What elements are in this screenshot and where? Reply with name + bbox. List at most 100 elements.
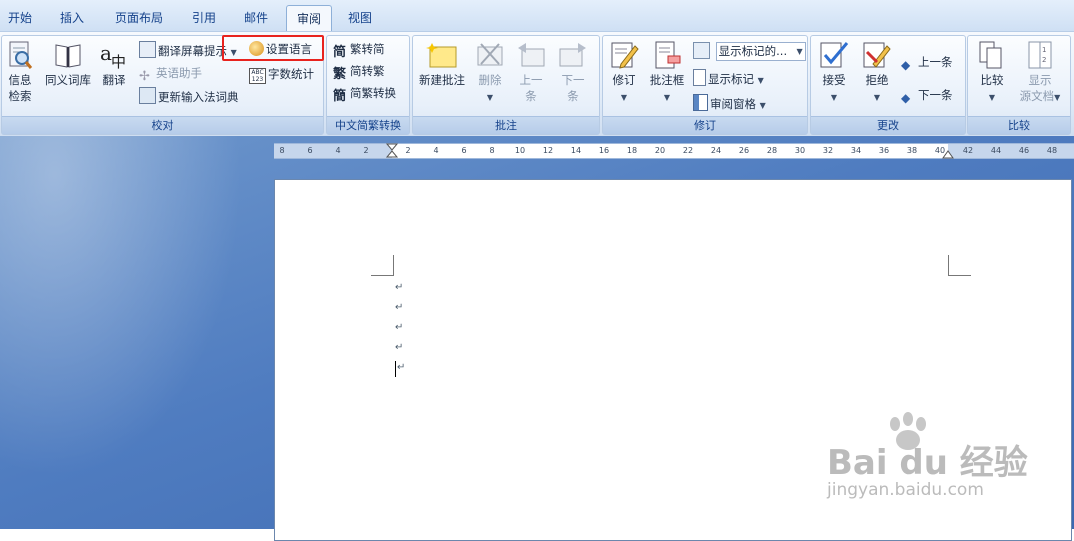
chevron-down-icon: ▼ (757, 76, 764, 85)
simplified-to-traditional-icon: 繁 (333, 67, 347, 82)
to-traditional-label: 简转繁 (350, 64, 385, 78)
source-documents-icon: 12 (1028, 41, 1052, 69)
show-source-documents-button[interactable]: 12 显示 源文档▼ (1016, 40, 1064, 106)
conversion-label: 简繁转换 (350, 86, 396, 100)
new-comment-button[interactable]: 新建批注 (415, 40, 469, 88)
chevron-down-icon: ▼ (620, 93, 628, 102)
track-changes-icon (611, 42, 639, 69)
paragraph-mark: ↵ (395, 302, 404, 313)
update-ime-dictionary-button[interactable]: 更新输入法词典 (139, 87, 239, 105)
show-markup-label: 显示标记 (708, 72, 754, 86)
reject-button[interactable]: 拒绝 ▼ (857, 40, 897, 106)
translate-button[interactable]: a 中 翻译 (96, 40, 132, 88)
svg-text:2: 2 (1042, 56, 1046, 64)
next-comment-icon (559, 43, 586, 67)
indent-marker-icon[interactable] (386, 143, 398, 161)
next-change-icon: ◆ (901, 91, 911, 105)
display-for-review-dropdown[interactable]: 显示标记的... ▼ (715, 42, 806, 61)
paragraph-mark: ↵ (395, 322, 404, 333)
horizontal-ruler[interactable]: 8 6 4 2 2 4 6 8 10 12 14 16 18 20 22 24 26 28 30 32 34 36 38 40… (274, 143, 1074, 159)
chevron-down-icon: ▼ (1054, 93, 1061, 102)
research-label-1: 信息 (8, 73, 32, 87)
reviewing-pane-button[interactable]: 审阅窗格 ▼ (693, 94, 766, 112)
dictionary-icon (139, 87, 156, 104)
chevron-down-icon: ▼ (663, 93, 671, 102)
ruler-tick-label: 44 (990, 146, 1002, 155)
to-simplified-button[interactable]: 简繁转简 (333, 41, 385, 60)
tab-view[interactable]: 视图 (340, 6, 380, 31)
compare-icon (979, 41, 1002, 69)
paragraph-mark: ↵ (395, 282, 404, 293)
accept-icon (820, 42, 849, 68)
english-assistant-button[interactable]: ✢ 英语助手 (139, 65, 202, 84)
thesaurus-label: 同义词库 (45, 73, 91, 87)
changes-group: 接受 ▼ 拒绝 ▼ ◆ 上一条 ◆ 下一条 更改 (810, 35, 966, 135)
chevron-down-icon: ▼ (873, 93, 881, 102)
ribbon: 信息 检索 同义词库 a 中 翻译 翻译屏幕提示 ▼ ✢ 英语助手 更新输入法词典 (0, 31, 1074, 137)
tab-page-layout[interactable]: 页面布局 (106, 6, 172, 31)
tab-home[interactable]: 开始 (0, 6, 40, 31)
ruler-tick-label: 46 (1018, 146, 1030, 155)
balloons-label: 批注框 (649, 73, 685, 87)
accept-button[interactable]: 接受 ▼ (813, 40, 855, 106)
show-markup-button[interactable]: 显示标记 ▼ (693, 69, 764, 87)
next-change-button[interactable]: ◆ 下一条 (901, 87, 953, 106)
compare-button[interactable]: 比较 ▼ (972, 40, 1012, 106)
comments-group: 新建批注 删除 ▼ 上一 条 下一 条 批注 (412, 35, 600, 135)
document-page[interactable]: ↵ ↵ ↵ ↵ ↵ Bai du 经验 jingyan.baidu.com (274, 179, 1072, 541)
chevron-down-icon: ▼ (486, 93, 494, 102)
chevron-down-icon: ▼ (830, 93, 838, 102)
balloons-button[interactable]: 批注框 ▼ (645, 40, 689, 106)
ribbon-tab-bar: 开始 插入 页面布局 引用 邮件 审阅 视图 (0, 0, 1074, 33)
chevron-down-icon: ▼ (796, 47, 803, 56)
ruler-tick-label: 4 (433, 146, 439, 155)
right-indent-marker-icon[interactable] (942, 147, 954, 159)
svg-text:中: 中 (111, 53, 126, 70)
top-right-margin-corner (948, 255, 971, 276)
conversion-button[interactable]: 簡简繁转换 (333, 85, 396, 104)
ruler-tick-label: 34 (850, 146, 862, 155)
previous-change-label: 上一条 (918, 55, 953, 69)
tab-review[interactable]: 审阅 (286, 5, 332, 33)
watermark-url: jingyan.baidu.com (827, 480, 984, 500)
assistant-icon: ✢ (139, 69, 150, 84)
track-changes-button[interactable]: 修订 ▼ (605, 40, 643, 106)
previous-change-button[interactable]: ◆ 上一条 (901, 54, 953, 73)
ruler-tick-label: 28 (766, 146, 778, 155)
top-left-margin-corner (371, 255, 394, 276)
tab-insert[interactable]: 插入 (52, 6, 92, 31)
to-traditional-button[interactable]: 繁简转繁 (333, 63, 385, 82)
word-count-label: 字数统计 (268, 67, 314, 81)
tab-mailings[interactable]: 邮件 (236, 6, 276, 31)
tracking-group: 修订 ▼ 批注框 ▼ 显示标记的... ▼ 显示标记 ▼ 审阅窗格 ▼ 修订 (602, 35, 808, 135)
research-button[interactable]: 信息 检索 (4, 40, 36, 104)
show-source-label-2: 源文档 (1019, 89, 1055, 103)
next-comment-button[interactable]: 下一 条 (553, 40, 593, 104)
ruler-tick-label: 16 (598, 146, 610, 155)
display-for-review-icon (693, 42, 710, 59)
ruler-tick-label: 32 (822, 146, 834, 155)
ruler-tick-label: 10 (514, 146, 526, 155)
translate-icon: a 中 (100, 41, 126, 70)
new-comment-icon (426, 43, 457, 68)
show-source-label-1: 显示 (1028, 73, 1052, 87)
word-count-button[interactable]: ABC 123 字数统计 (249, 66, 314, 84)
next-label-1: 下一 (561, 73, 585, 87)
tab-references[interactable]: 引用 (184, 6, 224, 31)
ruler-tick-label: 42 (962, 146, 974, 155)
ruler-tick-label: 8 (489, 146, 495, 155)
tracking-group-label: 修订 (603, 116, 807, 134)
ruler-tick-label: 22 (682, 146, 694, 155)
comments-group-label: 批注 (413, 116, 599, 134)
thesaurus-button[interactable]: 同义词库 (42, 40, 94, 88)
previous-comment-button[interactable]: 上一 条 (511, 40, 551, 104)
research-icon (9, 41, 33, 69)
display-for-review-control: 显示标记的... ▼ (693, 42, 806, 61)
reject-icon (863, 42, 891, 68)
paragraph-mark: ↵ (395, 342, 404, 353)
ruler-tick-label: 18 (626, 146, 638, 155)
display-for-review-value: 显示标记的... (718, 44, 788, 58)
compare-group-label: 比较 (968, 116, 1070, 134)
ruler-tick-label: 26 (738, 146, 750, 155)
delete-comment-button[interactable]: 删除 ▼ (471, 40, 509, 106)
